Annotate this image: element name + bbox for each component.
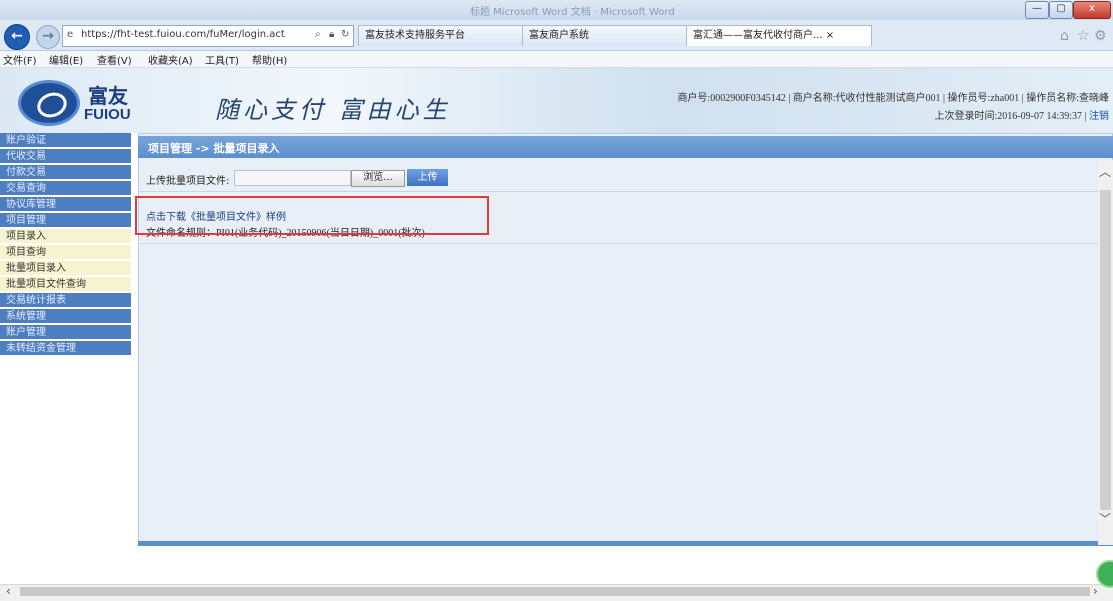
sidebar-item[interactable]: 协议库管理 (0, 197, 131, 212)
menu-edit[interactable]: 编辑(E) (49, 52, 83, 67)
last-login-text: 上次登录时间:2016-09-07 14:39:37 | (934, 111, 1087, 122)
refresh-icon[interactable]: ↻ (341, 29, 349, 40)
address-url[interactable]: https://fht-test.fuiou.com/fuMer/login.a… (81, 29, 285, 40)
favorites-star-icon[interactable]: ☆ (1077, 28, 1090, 44)
chevron-down-icon[interactable]: ﹀ (1099, 510, 1111, 527)
maximize-button[interactable]: ▢ (1049, 1, 1073, 19)
logo-english: FUIOU (84, 106, 131, 123)
window-title: 标题 Microsoft Word 文档 · Microsoft Word (470, 7, 675, 18)
sidebar-item[interactable]: 批量项目录入 (0, 261, 131, 276)
tab-label: 富友商户系统 (529, 30, 589, 41)
search-icon[interactable]: ⌕ (315, 29, 321, 40)
highlight-annotation-box (135, 196, 489, 235)
sidebar-item[interactable]: 代收交易 (0, 149, 131, 164)
merchant-info: 商户号:0002900F0345142 | 商户名称:代收付性能测试商户001 … (677, 93, 1109, 104)
fuiou-logo-icon (18, 80, 80, 126)
gear-icon[interactable]: ⚙ (1094, 28, 1107, 44)
close-tab-icon[interactable]: × (826, 30, 834, 41)
forward-arrow-icon[interactable]: → (36, 25, 60, 49)
sidebar-item[interactable]: 未转结资金管理 (0, 341, 131, 356)
sidebar-item[interactable]: 项目录入 (0, 229, 131, 244)
last-login-info: 上次登录时间:2016-09-07 14:39:37 | 注销 (935, 107, 1110, 122)
menu-view[interactable]: 查看(V) (97, 52, 132, 67)
tab-fuhuitong[interactable]: 富汇通——富友代收付商户... × (686, 25, 872, 46)
menu-help[interactable]: 帮助(H) (252, 52, 287, 67)
sidebar-item[interactable]: 账户验证 (0, 133, 131, 148)
sidebar: 账户验证 代收交易 付款交易 交易查询 协议库管理 项目管理 项目录入 项目查询 批量项目录入批… (0, 133, 133, 428)
address-bar[interactable]: e https://fht-test.fuiou.com/fuMer/login… (62, 25, 354, 47)
ie-icon: e (67, 29, 74, 40)
sidebar-item[interactable]: 账户管理 (0, 325, 131, 340)
logout-link[interactable]: 注销 (1089, 111, 1109, 122)
upload-label: 上传批量项目文件: (146, 176, 230, 187)
sidebar-item[interactable]: 批量项目文件查询 (0, 277, 131, 292)
back-arrow-icon[interactable]: ← (4, 24, 30, 50)
sidebar-item[interactable]: 付款交易 (0, 165, 131, 180)
tab-tech-support[interactable]: 富友技术支持服务平台 (358, 25, 526, 46)
tab-label: 富友技术支持服务平台 (365, 30, 465, 41)
close-button[interactable]: x (1073, 1, 1111, 19)
page-title: 项目管理 -> 批量项目录入 (148, 142, 280, 155)
sidebar-item[interactable]: 系统管理 (0, 309, 131, 324)
vertical-scroll-thumb[interactable] (1100, 190, 1111, 510)
lock-icon[interactable]: 🔒︎ (329, 29, 334, 40)
sidebar-item[interactable]: 交易查询 (0, 181, 131, 196)
horizontal-scroll-thumb[interactable] (20, 587, 1090, 596)
menu-tools[interactable]: 工具(T) (205, 52, 239, 67)
menu-file[interactable]: 文件(F) (3, 52, 37, 67)
home-icon[interactable]: ⌂ (1060, 28, 1069, 44)
tab-label: 富汇通——富友代收付商户... (693, 30, 823, 41)
sidebar-item[interactable]: 交易统计报表 (0, 293, 131, 308)
chevron-left-icon[interactable]: ‹ (6, 584, 11, 598)
content-footer-bar (138, 541, 1113, 546)
tab-merchant-system[interactable]: 富友商户系统 (522, 25, 690, 46)
main-panel (138, 133, 1113, 545)
browse-button[interactable]: 浏览... (351, 170, 405, 187)
file-path-input[interactable] (234, 170, 351, 186)
sidebar-item[interactable]: 项目管理 (0, 213, 131, 228)
content-header (138, 136, 1113, 158)
slogan: 随心支付 富由心生 (215, 96, 451, 124)
chevron-up-icon[interactable]: ︿ (1099, 163, 1111, 180)
menu-favorites[interactable]: 收藏夹(A) (148, 52, 193, 67)
logo-chinese: 富友 (88, 84, 128, 108)
chevron-right-icon[interactable]: › (1093, 584, 1098, 598)
sidebar-item[interactable]: 项目查询 (0, 245, 131, 260)
divider (138, 243, 1098, 244)
minimize-button[interactable]: — (1025, 1, 1049, 19)
upload-button[interactable]: 上传 (407, 169, 448, 186)
